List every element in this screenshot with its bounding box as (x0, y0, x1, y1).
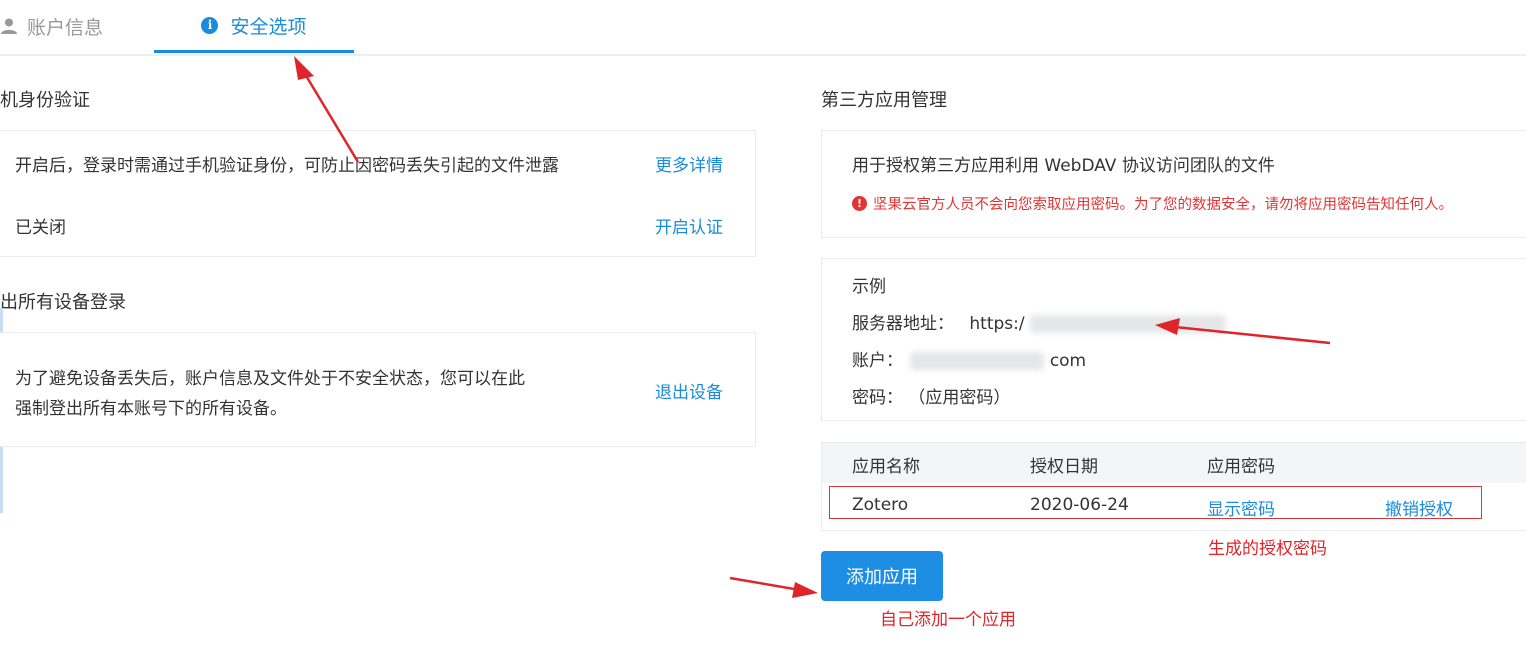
arrow-to-add-button (729, 576, 818, 598)
annotation-arrows-layer (294, 56, 1331, 598)
arrow-to-security-tab (294, 56, 360, 163)
arrow-to-server-address (1155, 318, 1331, 345)
